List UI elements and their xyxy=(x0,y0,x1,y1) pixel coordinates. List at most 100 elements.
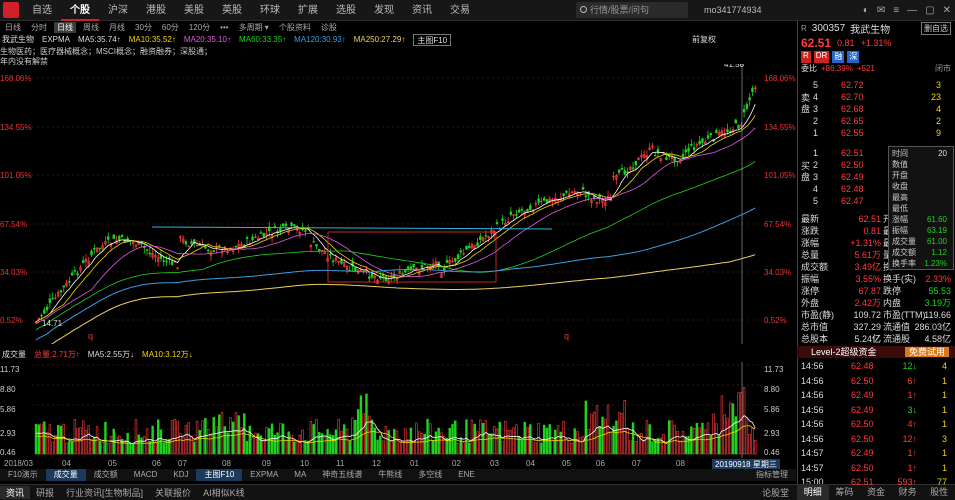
period-button-4[interactable]: 月线 xyxy=(106,22,128,33)
volume-bar xyxy=(676,430,679,455)
period-button-0[interactable]: 日线 xyxy=(2,22,24,33)
order-diff: +521 xyxy=(856,64,875,73)
ask-row-0[interactable]: 5 62.72 3 xyxy=(801,79,951,91)
remove-favorite-button[interactable]: 删自选 xyxy=(921,21,951,35)
volume-bar xyxy=(59,425,63,455)
status-forum[interactable]: 论股堂 xyxy=(756,486,795,499)
nav-item-7[interactable]: 扩展 xyxy=(289,0,327,21)
quote-tab-0[interactable]: 明细 xyxy=(797,484,829,500)
volume-bar xyxy=(631,422,635,455)
candle-body xyxy=(592,195,596,199)
period-button-7[interactable]: 120分 xyxy=(186,22,213,33)
nav-item-0[interactable]: 自选 xyxy=(23,0,61,21)
tooltip-label: 成交额 xyxy=(892,248,916,257)
indicator-tab-8[interactable]: 神奇五线谱 xyxy=(314,469,370,481)
chat-icon[interactable]: ✉ xyxy=(877,5,885,16)
indicator-tab-11[interactable]: ENE xyxy=(450,469,482,481)
ask-book: 5 62.72 3 4 62.70 23 3 62.68 4 2 62.65 2 1 62.55 9 卖盘 xyxy=(801,79,951,139)
indicator-tab-3[interactable]: MACD xyxy=(126,469,166,481)
main-f10-button[interactable]: 主图F10 xyxy=(413,34,452,46)
stat-value2: 2.33% xyxy=(925,274,951,284)
status-tab-0[interactable]: 资讯 xyxy=(0,486,31,499)
status-tab-1[interactable]: 研报 xyxy=(30,486,60,499)
period-button-9[interactable]: 多周期 ▾ xyxy=(236,22,272,33)
candle-body xyxy=(748,97,751,101)
period-toolbar: 日线 分时 日线 周线 月线 30分 60分 120分 ••• 多周期 ▾ 个股资料 诊股 xyxy=(0,21,796,34)
ask-row-3[interactable]: 2 62.65 2 xyxy=(801,115,951,127)
close-icon[interactable]: ✕ xyxy=(943,5,951,16)
period-button-6[interactable]: 60分 xyxy=(159,22,182,33)
ask-price: 62.70 xyxy=(841,92,864,102)
nav-item-3[interactable]: 港股 xyxy=(137,0,175,21)
period-button-8[interactable]: ••• xyxy=(217,22,231,33)
indicator-tab-6[interactable]: EXPMA xyxy=(242,469,286,481)
volume-bar xyxy=(173,419,177,455)
indicator-tab-2[interactable]: 成交额 xyxy=(86,469,126,481)
adjust-mode[interactable]: 前复权 xyxy=(692,34,716,46)
candle-body xyxy=(276,230,279,233)
nav-item-1[interactable]: 个股 xyxy=(61,0,99,21)
volume-bar xyxy=(579,437,582,455)
bid-level: 1 xyxy=(813,148,819,158)
tick-time: 14:56 xyxy=(801,390,824,400)
indicator-tab-10[interactable]: 多空线 xyxy=(410,469,450,481)
candle-body xyxy=(701,138,704,143)
menu-icon[interactable]: ≡ xyxy=(893,5,899,16)
nav-item-2[interactable]: 沪深 xyxy=(99,0,137,21)
nav-item-8[interactable]: 选股 xyxy=(327,0,365,21)
bid-level: 2 xyxy=(813,160,819,170)
indicator-tab-12[interactable]: 指标管理 xyxy=(748,469,796,481)
status-tab-2[interactable]: 行业资讯[生物制品] xyxy=(60,486,149,499)
quote-tab-1[interactable]: 筹码 xyxy=(829,484,861,500)
volume-bar xyxy=(276,432,279,455)
volume-bar xyxy=(154,442,157,455)
kline-chart[interactable]: 41.58 14.71 q q xyxy=(32,64,762,344)
ask-row-1[interactable]: 4 62.70 23 xyxy=(801,91,951,103)
indicator-tab-4[interactable]: KDJ xyxy=(165,469,196,481)
nav-item-10[interactable]: 资讯 xyxy=(403,0,441,21)
indicator-tab-1[interactable]: 成交量 xyxy=(45,469,86,481)
candle-body xyxy=(259,232,263,234)
nav-item-9[interactable]: 发现 xyxy=(365,0,403,21)
period-button-1[interactable]: 分时 xyxy=(28,22,50,33)
indicator-tab-0[interactable]: F10演示 xyxy=(0,469,46,481)
nav-item-5[interactable]: 英股 xyxy=(213,0,251,21)
indicator-tab-9[interactable]: 牛熊线 xyxy=(370,469,410,481)
volume-bar xyxy=(604,418,607,455)
period-button-3[interactable]: 周线 xyxy=(80,22,102,33)
indicator-name[interactable]: EXPMA xyxy=(42,34,70,46)
quote-tab-2[interactable]: 资金 xyxy=(860,484,892,500)
free-trial-button[interactable]: 免费试用 xyxy=(904,347,949,357)
period-button-11[interactable]: 诊股 xyxy=(318,22,340,33)
period-button-2[interactable]: 日线 xyxy=(54,22,76,33)
indicator-tab-5[interactable]: 主图F10 xyxy=(196,469,243,481)
skin-icon[interactable]: ◐ xyxy=(863,5,869,16)
candle-body xyxy=(45,306,49,311)
status-tab-4[interactable]: AI相似K线 xyxy=(197,486,251,499)
ask-price: 62.68 xyxy=(841,104,864,114)
period-button-10[interactable]: 个股资料 xyxy=(276,22,314,33)
candle-body xyxy=(279,227,282,232)
volume-bar xyxy=(437,427,440,455)
ask-row-4[interactable]: 1 62.55 9 xyxy=(801,127,951,139)
stock-title: 我武生物 xyxy=(850,24,891,36)
vol-axis-left-1: 8.80 xyxy=(0,385,16,394)
nav-item-6[interactable]: 环球 xyxy=(251,0,289,21)
user-name[interactable]: mo341774934 xyxy=(704,5,762,15)
ask-row-2[interactable]: 3 62.68 4 xyxy=(801,103,951,115)
candle-body xyxy=(290,222,293,226)
volume-bar xyxy=(295,439,299,455)
nav-item-11[interactable]: 交易 xyxy=(441,0,479,21)
quote-tab-3[interactable]: 财务 xyxy=(892,484,924,500)
volume-chart[interactable] xyxy=(32,362,762,458)
vol-axis-right-1: 8.80 xyxy=(764,385,780,394)
search-input[interactable]: 行情/股票/问句 xyxy=(576,2,688,18)
quote-tab-4[interactable]: 股性 xyxy=(923,484,955,500)
minimize-icon[interactable]: — xyxy=(907,5,917,16)
status-tab-3[interactable]: 关联报价 xyxy=(149,486,197,499)
period-button-5[interactable]: 30分 xyxy=(132,22,155,33)
maximize-icon[interactable]: ▢ xyxy=(925,5,934,16)
nav-item-4[interactable]: 美股 xyxy=(175,0,213,21)
indicator-tab-7[interactable]: MA xyxy=(286,469,314,481)
ask-volume: 9 xyxy=(935,128,941,138)
